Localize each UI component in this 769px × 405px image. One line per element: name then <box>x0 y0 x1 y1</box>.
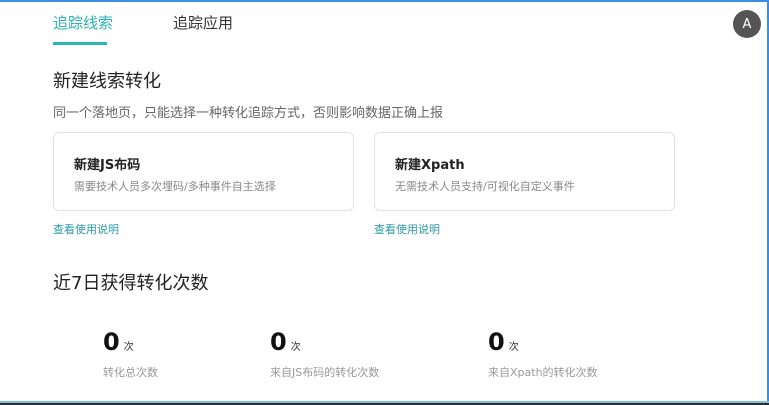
js-help-link[interactable]: 查看使用说明 <box>53 221 119 237</box>
tab-track-leads[interactable]: 追踪线索 <box>53 12 113 33</box>
bottom-border <box>0 401 769 405</box>
new-xpath-card[interactable]: 新建Xpath 无需技术人员支持/可视化自定义事件 <box>374 132 675 211</box>
ocr-icon[interactable]: A <box>733 10 761 38</box>
card-title: 新建Xpath <box>395 158 465 173</box>
stat-js: 0次 来自JS布码的转化次数 <box>270 328 379 380</box>
stat-value: 0 <box>488 328 505 356</box>
stats-title: 近7日获得转化次数 <box>53 273 209 294</box>
stat-value: 0 <box>270 328 287 356</box>
stat-label: 转化总次数 <box>103 366 158 379</box>
new-js-card[interactable]: 新建JS布码 需要技术人员多次埋码/多种事件自主选择 <box>53 132 354 211</box>
section-note: 同一个落地页，只能选择一种转化追踪方式，否则影响数据正确上报 <box>53 106 444 121</box>
stat-unit: 次 <box>290 342 301 353</box>
section-title: 新建线索转化 <box>53 71 161 92</box>
stat-unit: 次 <box>508 342 519 353</box>
stat-xpath: 0次 来自Xpath的转化次数 <box>488 328 598 380</box>
stat-value: 0 <box>103 328 120 356</box>
card-desc: 无需技术人员支持/可视化自定义事件 <box>395 180 575 193</box>
tab-track-apps[interactable]: 追踪应用 <box>173 12 233 33</box>
stat-label: 来自Xpath的转化次数 <box>488 366 598 379</box>
active-tab-indicator <box>53 42 107 45</box>
card-title: 新建JS布码 <box>74 158 141 173</box>
xpath-help-link[interactable]: 查看使用说明 <box>374 221 440 237</box>
stat-unit: 次 <box>123 342 134 353</box>
stat-label: 来自JS布码的转化次数 <box>270 366 380 379</box>
card-desc: 需要技术人员多次埋码/多种事件自主选择 <box>74 180 276 193</box>
stat-total: 0次 转化总次数 <box>103 328 158 380</box>
